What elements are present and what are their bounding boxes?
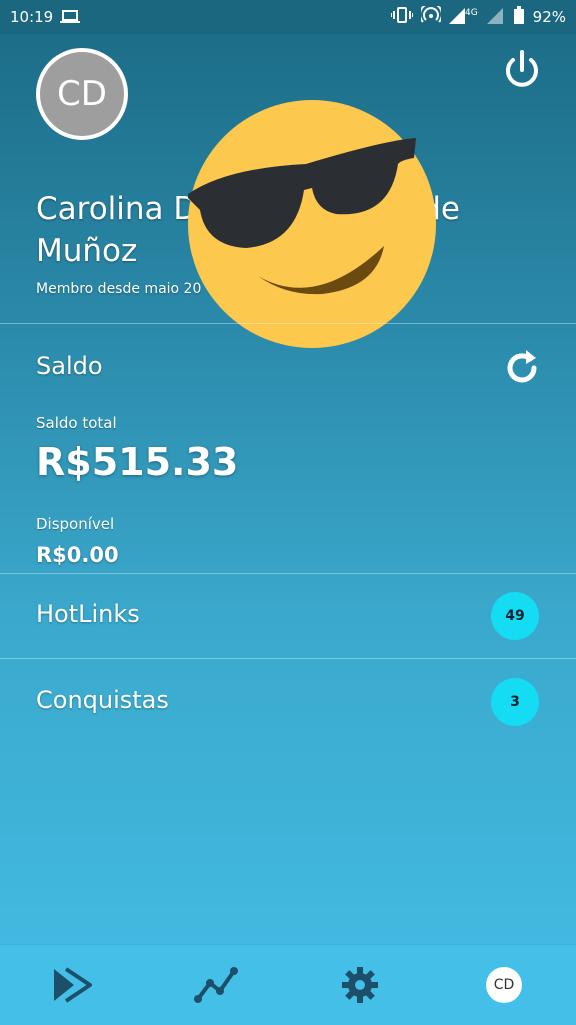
- status-bar: 10:19 4G+ 92%: [0, 0, 576, 34]
- conquistas-label: Conquistas: [36, 686, 169, 714]
- battery-icon: [513, 6, 525, 28]
- nav-stats[interactable]: [192, 963, 240, 1007]
- laptop-icon: [60, 10, 80, 28]
- sunglasses-emoji: [186, 98, 438, 350]
- total-balance-label: Saldo total: [36, 414, 117, 432]
- status-icons: 4G+ 92%: [389, 2, 566, 28]
- profile-avatar[interactable]: CD: [36, 48, 128, 140]
- network-type: 4G+: [465, 8, 479, 18]
- signal-icon-2: [486, 6, 505, 28]
- refresh-icon: [507, 350, 537, 383]
- avatar-initials: CD: [57, 74, 107, 114]
- status-time: 10:19: [10, 8, 54, 26]
- divider: [0, 323, 576, 324]
- nav-avatar: CD: [486, 967, 522, 1003]
- hotlinks-count-badge: 49: [491, 592, 539, 640]
- battery-percent: 92%: [532, 8, 566, 26]
- logout-button[interactable]: [500, 48, 544, 92]
- nav-home[interactable]: [48, 963, 96, 1007]
- signal-icon: 4G+: [448, 6, 485, 28]
- divider: [0, 658, 576, 659]
- total-balance-value: R$515.33: [36, 440, 239, 484]
- hotlinks-label: HotLinks: [36, 600, 140, 628]
- vibrate-icon: [389, 6, 414, 28]
- user-name-line1: Carolina D: [36, 191, 198, 227]
- hotspot-icon: [418, 2, 443, 28]
- forward-icon: [54, 967, 92, 1003]
- gear-icon: [342, 967, 378, 1003]
- power-icon: [506, 50, 538, 87]
- conquistas-count-badge: 3: [491, 678, 539, 726]
- conquistas-row[interactable]: Conquistas 3: [0, 660, 576, 744]
- nav-avatar-initials: CD: [493, 977, 515, 993]
- refresh-button[interactable]: [500, 346, 544, 390]
- available-balance-value: R$0.00: [36, 543, 119, 567]
- chart-icon: [194, 967, 238, 1003]
- member-since: Membro desde maio 20: [36, 281, 202, 297]
- balance-title: Saldo: [36, 352, 103, 380]
- nav-settings[interactable]: [336, 963, 384, 1007]
- nav-profile[interactable]: CD: [480, 963, 528, 1007]
- bottom-navigation: CD: [0, 944, 576, 1025]
- available-balance-label: Disponível: [36, 515, 115, 533]
- hotlinks-row[interactable]: HotLinks 49: [0, 574, 576, 658]
